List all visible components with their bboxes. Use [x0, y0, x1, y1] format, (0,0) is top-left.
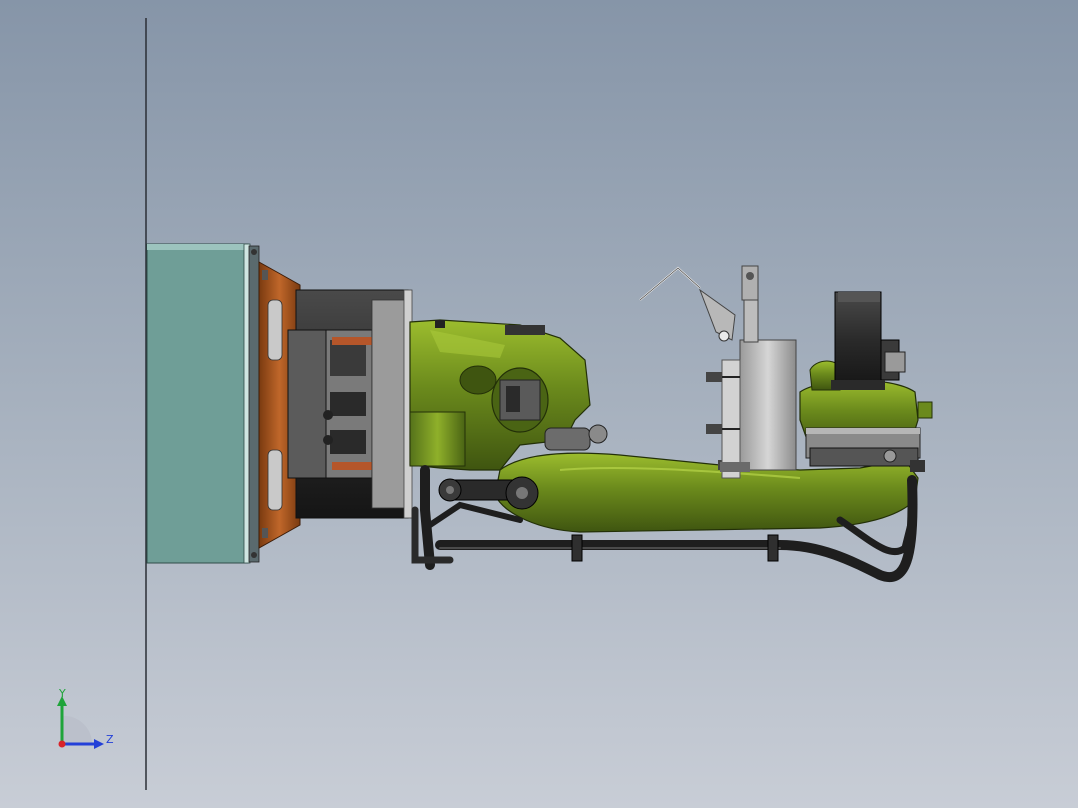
- elbow-joint: [438, 476, 539, 510]
- view-orientation-triad[interactable]: Y Z: [50, 686, 120, 756]
- base-plate: [146, 243, 260, 564]
- tool-bracket: [639, 265, 797, 479]
- triad-shade: [62, 715, 93, 744]
- triad-z-label: Z: [106, 733, 114, 746]
- base-drum-housing: [287, 289, 413, 519]
- wrist-motor: [831, 291, 906, 390]
- cad-model-view[interactable]: [0, 0, 1078, 808]
- graphics-viewport[interactable]: Y Z: [0, 0, 1078, 808]
- triad-y-label: Y: [58, 687, 66, 700]
- triad-x-axis-dot: [58, 740, 66, 748]
- triad-z-arrow: [94, 739, 104, 749]
